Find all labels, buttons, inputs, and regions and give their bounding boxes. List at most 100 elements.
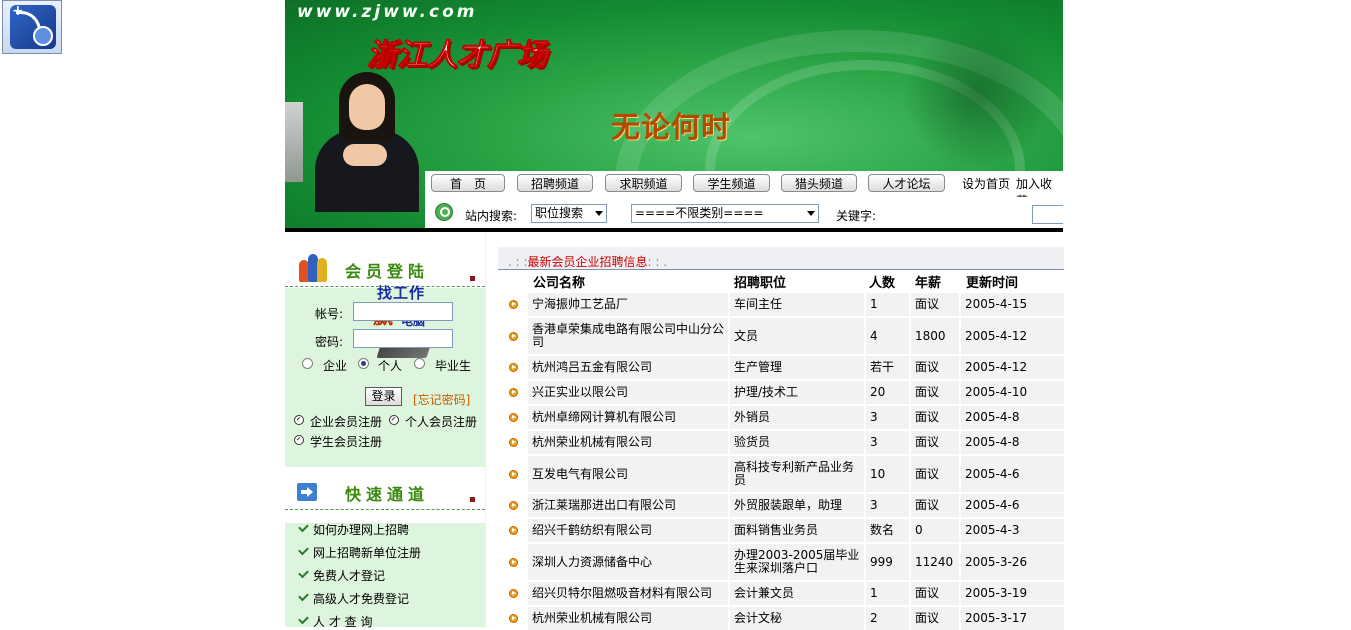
forgot-password-link[interactable]: [忘记密码] — [413, 391, 470, 408]
bullet-arrow-icon — [509, 470, 518, 479]
table-row[interactable]: 杭州鸿吕五金有限公司 生产管理 若干 面议 2005-4-12 — [498, 356, 1064, 379]
nav-jobseek[interactable]: 求职频道 — [605, 174, 682, 192]
cell-company[interactable]: 互发电气有限公司 — [528, 456, 728, 492]
quick-link-free-register[interactable]: 免费人才登记 — [313, 567, 385, 584]
student-register-link[interactable]: 学生会员注册 — [310, 433, 382, 450]
nav-home[interactable]: 首 页 — [431, 174, 505, 192]
col-updated: 更新时间 — [966, 276, 1019, 291]
search-type-select[interactable]: 职位搜索 — [531, 204, 607, 223]
account-label: 帐号: — [315, 307, 344, 321]
table-row[interactable]: 绍兴贝特尔阻燃吸音材料有限公司 会计兼文员 1 面议 2005-3-19 — [498, 582, 1064, 605]
promo-win-computer[interactable]: 找工作 赢 电脑 — [373, 282, 459, 362]
quick-link-new-employer[interactable]: 网上招聘新单位注册 — [313, 544, 421, 561]
set-homepage-link[interactable]: 设为首页 — [962, 175, 1010, 192]
cell-position[interactable]: 办理2003-2005届毕业生来深圳落户口 — [730, 544, 864, 580]
cell-company[interactable]: 香港卓荣集成电路有限公司中山分公司 — [528, 318, 728, 354]
account-input[interactable] — [353, 302, 453, 321]
table-row[interactable]: 浙江莱瑞那进出口有限公司 外贸服装跟单，助理 3 面议 2005-4-6 — [498, 494, 1064, 517]
cell-count: 若干 — [866, 356, 909, 379]
cell-date: 2005-3-26 — [961, 544, 1064, 580]
cell-position[interactable]: 面料销售业务员 — [730, 519, 864, 542]
personal-register-link[interactable]: 个人会员注册 — [405, 413, 477, 430]
table-row[interactable]: 互发电气有限公司 高科技专利新产品业务员 10 面议 2005-4-6 — [498, 456, 1064, 492]
register-icon — [294, 415, 304, 425]
check-icon — [298, 521, 309, 533]
quick-link-online-recruit[interactable]: 如何办理网上招聘 — [313, 521, 409, 538]
app-widget-icon[interactable]: + — [2, 0, 62, 54]
bullet-arrow-icon — [509, 501, 518, 510]
cell-position[interactable]: 车间主任 — [730, 293, 864, 316]
cell-count: 20 — [866, 381, 909, 404]
cell-position[interactable]: 外销员 — [730, 406, 864, 429]
register-icon — [389, 415, 399, 425]
cell-salary: 11240 — [911, 544, 959, 580]
table-row[interactable]: 杭州卓缔网计算机有限公司 外销员 3 面议 2005-4-8 — [498, 406, 1064, 429]
radio-graduate[interactable] — [414, 358, 425, 369]
cell-salary: 面议 — [911, 582, 959, 605]
col-salary: 年薪 — [915, 276, 942, 291]
cell-salary: 面议 — [911, 494, 959, 517]
check-icon — [298, 544, 309, 556]
quick-link-talent-search[interactable]: 人 才 查 询 — [313, 613, 372, 630]
cell-company[interactable]: 浙江莱瑞那进出口有限公司 — [528, 494, 728, 517]
nav-headhunter[interactable]: 猎头频道 — [781, 174, 857, 192]
cell-count: 4 — [866, 318, 909, 354]
site-logo[interactable]: 浙江人才广场 — [367, 30, 548, 74]
cell-company[interactable]: 深圳人力资源储备中心 — [528, 544, 728, 580]
cell-company[interactable]: 杭州鸿吕五金有限公司 — [528, 356, 728, 379]
bullet-arrow-icon — [509, 438, 518, 447]
cell-date: 2005-4-6 — [961, 456, 1064, 492]
nav-recruit[interactable]: 招聘频道 — [517, 174, 593, 192]
cell-company[interactable]: 杭州卓缔网计算机有限公司 — [528, 406, 728, 429]
cell-position[interactable]: 验货员 — [730, 431, 864, 454]
cell-company[interactable]: 宁海振帅工艺品厂 — [528, 293, 728, 316]
bullet-arrow-icon — [509, 300, 518, 309]
cell-position[interactable]: 文员 — [730, 318, 864, 354]
nav-student[interactable]: 学生频道 — [693, 174, 770, 192]
cell-date: 2005-4-3 — [961, 519, 1064, 542]
table-row[interactable]: 兴正实业以限公司 护理/技术工 20 面议 2005-4-10 — [498, 381, 1064, 404]
radio-personal[interactable] — [358, 358, 369, 369]
cell-date: 2005-4-12 — [961, 356, 1064, 379]
table-row[interactable]: 杭州荣业机械有限公司 验货员 3 面议 2005-4-8 — [498, 431, 1064, 454]
category-select[interactable]: ====不限类别==== — [631, 204, 819, 223]
cell-position[interactable]: 外贸服装跟单，助理 — [730, 494, 864, 517]
cell-salary: 面议 — [911, 293, 959, 316]
arrow-right-icon — [297, 483, 317, 501]
login-title: 会员登陆 — [345, 262, 430, 281]
password-input[interactable] — [353, 329, 453, 348]
quick-link-senior-register[interactable]: 高级人才免费登记 — [313, 590, 409, 607]
cell-company[interactable]: 绍兴千鹤纺织有限公司 — [528, 519, 728, 542]
login-button[interactable]: 登录 — [365, 387, 402, 406]
cell-date: 2005-4-8 — [961, 406, 1064, 429]
enterprise-register-link[interactable]: 企业会员注册 — [310, 413, 382, 430]
radio-enterprise[interactable] — [302, 358, 313, 369]
radio-graduate-label: 毕业生 — [435, 359, 472, 373]
cell-salary: 0 — [911, 519, 959, 542]
table-row[interactable]: 深圳人力资源储备中心 办理2003-2005届毕业生来深圳落户口 999 11240 2… — [498, 544, 1064, 580]
cell-salary: 面议 — [911, 356, 959, 379]
chevron-down-icon — [807, 211, 815, 216]
cell-company[interactable]: 兴正实业以限公司 — [528, 381, 728, 404]
table-row[interactable]: 香港卓荣集成电路有限公司中山分公司 文员 4 1800 2005-4-12 — [498, 318, 1064, 354]
check-icon — [298, 613, 309, 625]
cell-position[interactable]: 高科技专利新产品业务员 — [730, 456, 864, 492]
table-row[interactable]: 宁海振帅工艺品厂 车间主任 1 面议 2005-4-15 — [498, 293, 1064, 316]
table-row[interactable]: 绍兴千鹤纺织有限公司 面料销售业务员 数名 0 2005-4-3 — [498, 519, 1064, 542]
listing-title: 最新会员企业招聘信息 — [527, 255, 648, 269]
cell-position[interactable]: 护理/技术工 — [730, 381, 864, 404]
nav-forum[interactable]: 人才论坛 — [868, 174, 945, 192]
keyword-label: 关键字: — [836, 209, 877, 223]
search-label: 站内搜索: — [465, 209, 518, 223]
keyword-input[interactable] — [1032, 205, 1063, 224]
cell-position[interactable]: 会计兼文员 — [730, 582, 864, 605]
cell-company[interactable]: 杭州荣业机械有限公司 — [528, 431, 728, 454]
site-search: 站内搜索: 职位搜索 ====不限类别==== 关键字: 搜索 — [425, 197, 1063, 228]
bullet-arrow-icon — [509, 388, 518, 397]
cell-company[interactable]: 绍兴贝特尔阻燃吸音材料有限公司 — [528, 582, 728, 605]
cell-position[interactable]: 生产管理 — [730, 356, 864, 379]
cell-date: 2005-4-15 — [961, 293, 1064, 316]
banner-slogan: 无论何时 — [611, 110, 732, 144]
cell-count: 999 — [866, 544, 909, 580]
bullet-arrow-icon — [509, 558, 518, 567]
